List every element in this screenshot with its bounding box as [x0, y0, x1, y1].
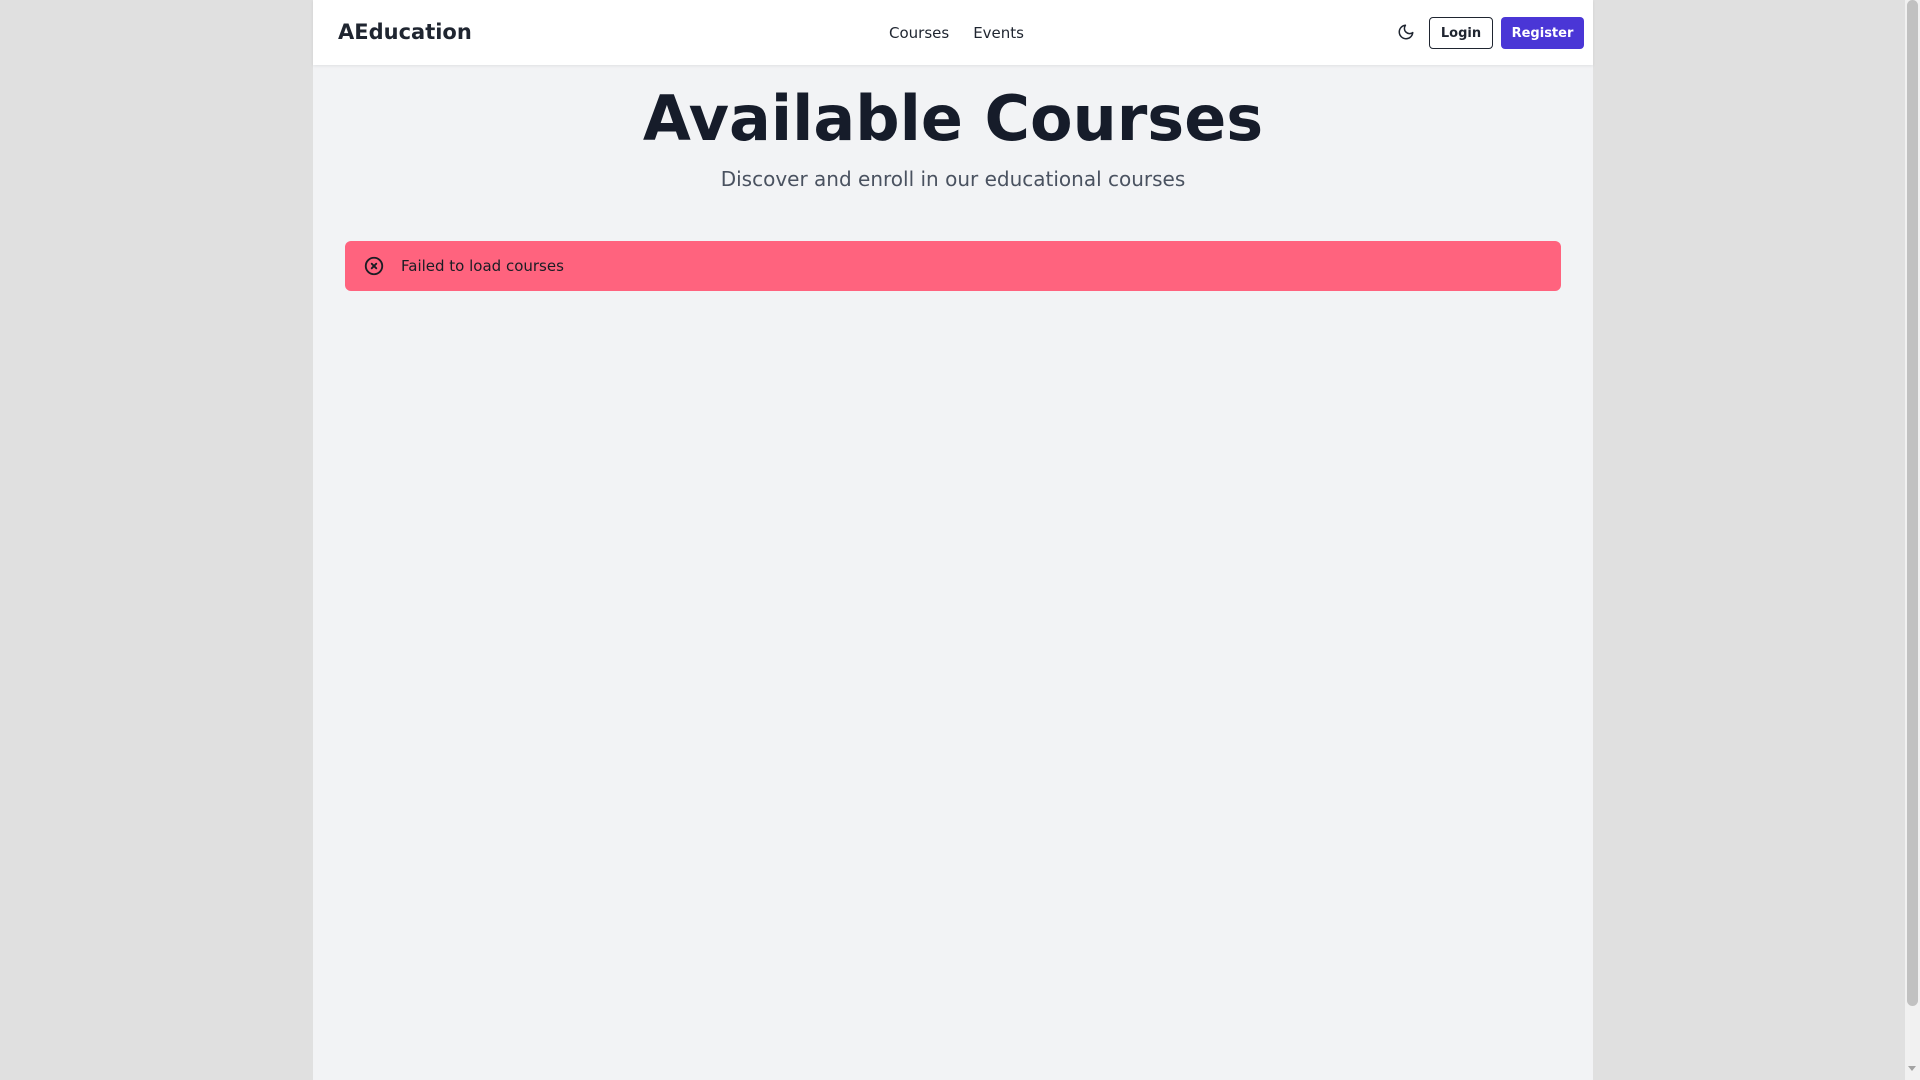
- moon-icon: [1397, 23, 1415, 44]
- error-alert-message: Failed to load courses: [401, 257, 564, 275]
- theme-toggle-button[interactable]: [1393, 20, 1419, 46]
- scroll-down-arrow-icon[interactable]: [1908, 1066, 1916, 1071]
- vertical-scrollbar[interactable]: [1905, 0, 1920, 1080]
- page-subtitle: Discover and enroll in our educational c…: [720, 167, 1186, 191]
- page-container: AEducation Courses Events Login Register…: [313, 0, 1593, 1080]
- browser-viewport: AEducation Courses Events Login Register…: [0, 0, 1920, 1080]
- error-circle-x-icon: [363, 255, 385, 277]
- login-button[interactable]: Login: [1429, 17, 1493, 49]
- brand-logo[interactable]: AEducation: [338, 0, 472, 65]
- nav-link-events[interactable]: Events: [973, 24, 1024, 42]
- page-title: Available Courses: [642, 82, 1264, 155]
- nav-link-courses[interactable]: Courses: [889, 24, 949, 42]
- navbar: AEducation Courses Events Login Register: [313, 0, 1593, 65]
- scrollbar-thumb[interactable]: [1907, 0, 1918, 1006]
- error-alert: Failed to load courses: [345, 241, 1561, 291]
- register-button[interactable]: Register: [1501, 17, 1584, 49]
- nav-links: Courses Events: [889, 0, 1024, 65]
